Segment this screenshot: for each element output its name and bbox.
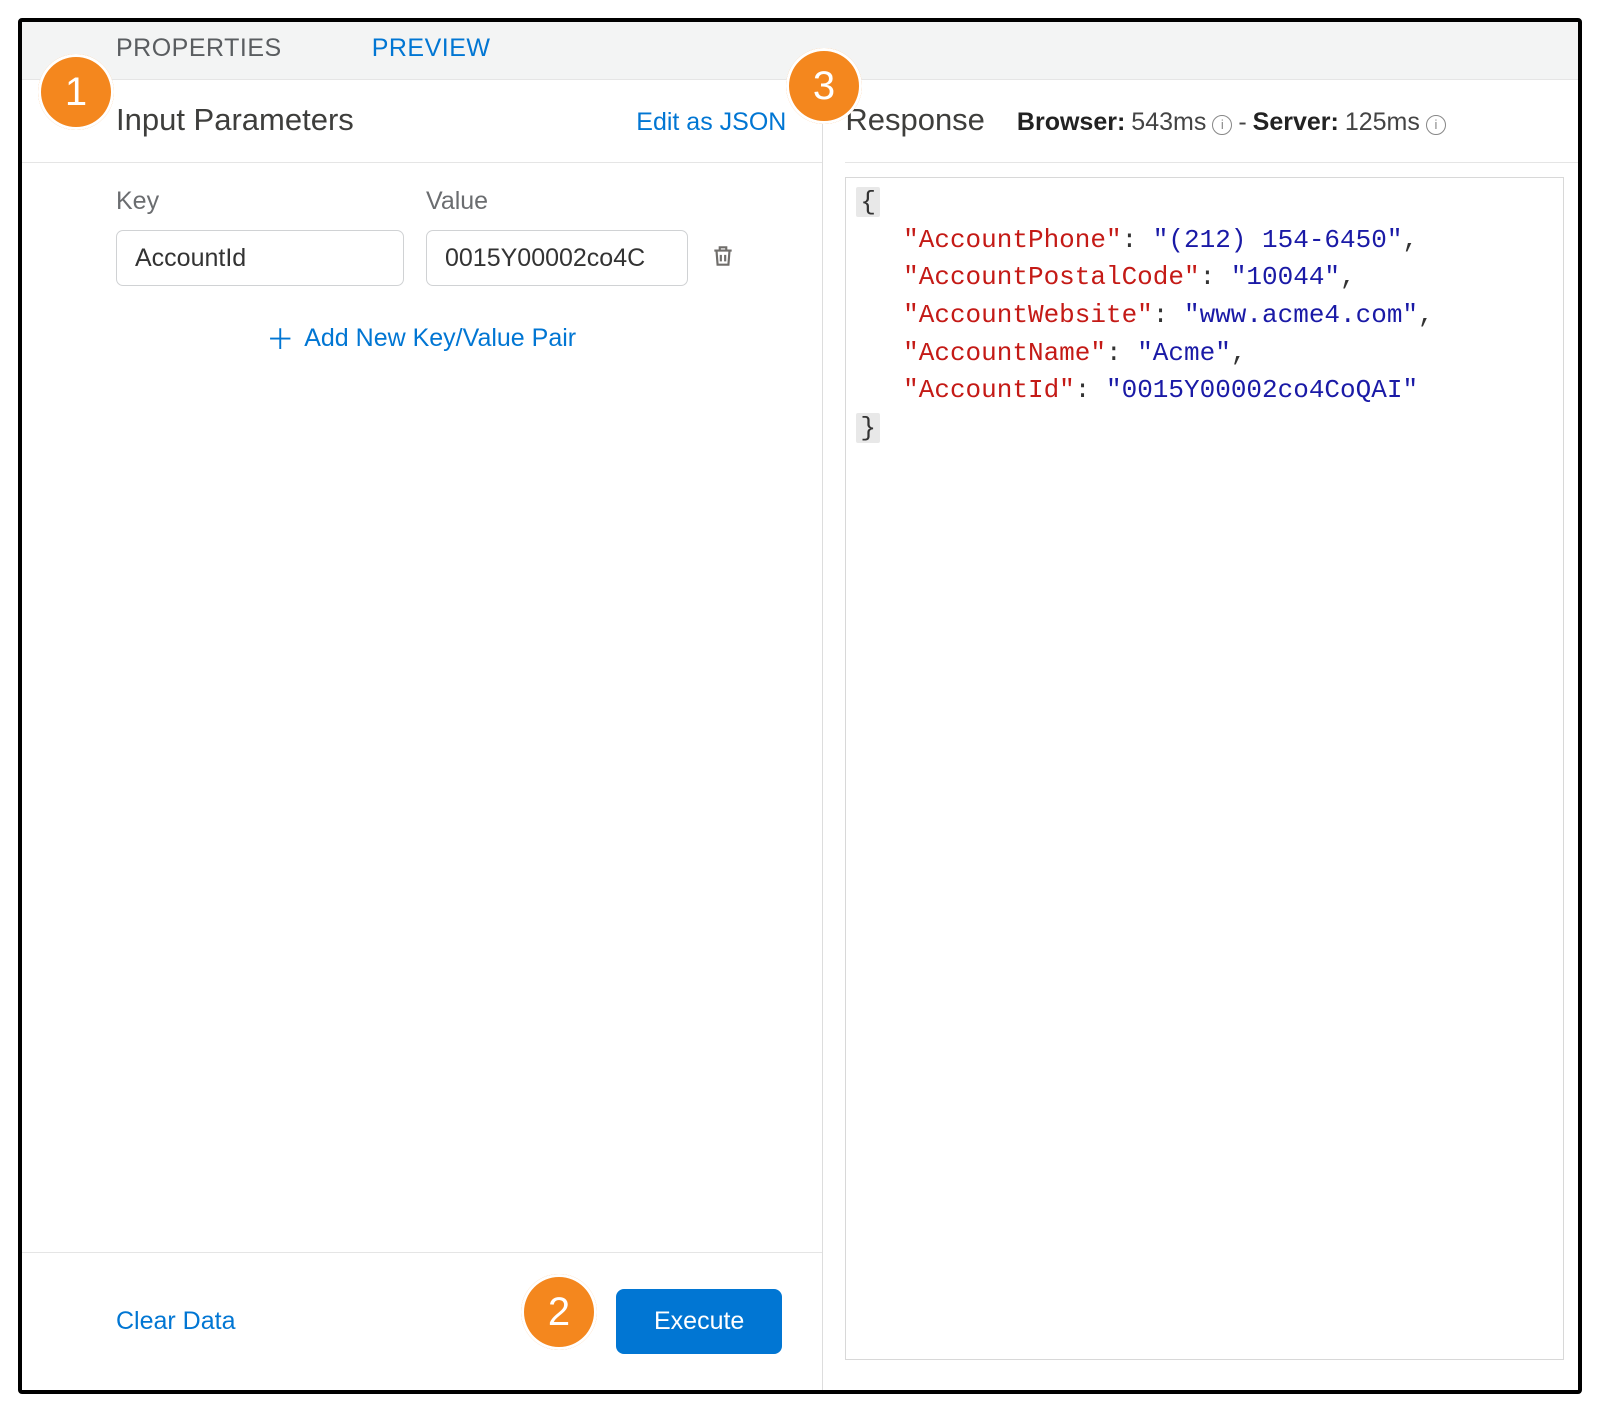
tab-preview[interactable]: PREVIEW — [372, 34, 491, 63]
timing-info: Browser: 543ms i - Server: 125ms i — [1017, 108, 1446, 137]
edit-as-json-link[interactable]: Edit as JSON — [636, 108, 786, 137]
server-label: Server: — [1253, 108, 1339, 137]
input-panel-footer: Clear Data Execute — [22, 1252, 822, 1390]
clear-data-link[interactable]: Clear Data — [116, 1307, 236, 1336]
info-icon[interactable]: i — [1212, 115, 1232, 135]
input-panel-title: Input Parameters — [116, 102, 354, 138]
server-value: 125ms — [1345, 108, 1420, 137]
add-key-value-label: Add New Key/Value Pair — [304, 324, 576, 353]
key-column-label: Key — [116, 187, 426, 216]
plus-icon: ＋ — [266, 318, 294, 358]
app-frame: 1 2 3 PROPERTIES PREVIEW Input Parameter… — [18, 18, 1582, 1394]
column-labels: Key Value — [116, 187, 786, 216]
tab-properties[interactable]: PROPERTIES — [116, 34, 282, 63]
callout-3: 3 — [786, 48, 862, 124]
input-parameters-panel: Input Parameters Edit as JSON Key Value — [22, 80, 823, 1390]
trash-icon[interactable] — [710, 242, 736, 275]
response-panel-header: Response Browser: 543ms i - Server: 125m… — [845, 80, 1578, 163]
info-icon[interactable]: i — [1426, 115, 1446, 135]
execute-button[interactable]: Execute — [616, 1289, 782, 1354]
response-json-body[interactable]: { "AccountPhone": "(212) 154-6450", "Acc… — [845, 177, 1564, 1360]
timing-separator: - — [1238, 108, 1246, 137]
browser-label: Browser: — [1017, 108, 1125, 137]
callout-1: 1 — [38, 54, 114, 130]
callout-2: 2 — [521, 1274, 597, 1350]
content-split: Input Parameters Edit as JSON Key Value — [22, 80, 1578, 1390]
value-column-label: Value — [426, 187, 488, 216]
response-panel: Response Browser: 543ms i - Server: 125m… — [823, 80, 1578, 1390]
param-row — [116, 230, 786, 286]
parameters-body: Key Value ＋ Add New Key/Value Pair — [22, 163, 822, 1252]
add-key-value-button[interactable]: ＋ Add New Key/Value Pair — [56, 308, 786, 368]
input-panel-header: Input Parameters Edit as JSON — [22, 80, 822, 163]
param-key-input[interactable] — [116, 230, 404, 286]
browser-value: 543ms — [1131, 108, 1206, 137]
param-value-input[interactable] — [426, 230, 688, 286]
response-title: Response — [845, 102, 985, 138]
